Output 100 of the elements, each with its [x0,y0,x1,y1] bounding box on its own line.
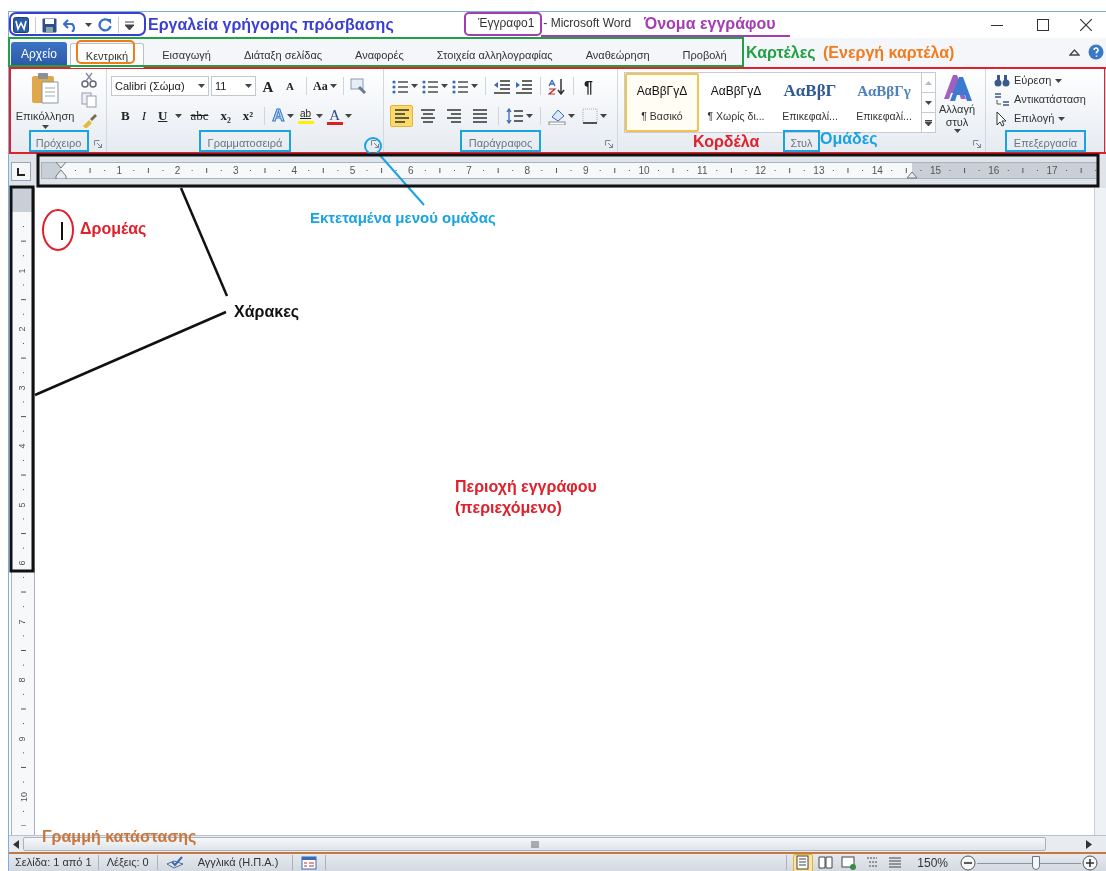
annotation-label: Δρομέας [80,219,147,239]
ruler-number: 17 [1046,164,1058,178]
proofing-icon[interactable] [165,855,184,870]
ribbon-tab[interactable]: Προβολή [667,43,742,67]
close-icon[interactable] [1080,19,1092,31]
borders-button[interactable] [582,106,607,126]
caret-icon[interactable] [175,114,183,118]
highlight-button[interactable]: ab [297,106,323,126]
caret-icon [1055,78,1063,83]
zoom-in-icon[interactable] [1082,854,1098,871]
ribbon-tab[interactable]: Διάταξη σελίδας [228,43,338,67]
dialog-launcher-icon[interactable] [605,140,613,148]
tab-selector[interactable] [11,162,31,181]
macro-icon[interactable] [301,855,318,870]
ruler-number: 9 [16,736,27,741]
dialog-launcher-icon[interactable] [371,140,379,148]
word-count[interactable]: Λέξεις: 0 [98,854,157,871]
zoom-slider-thumb[interactable] [1032,855,1041,870]
caret-icon[interactable] [85,23,92,27]
caret-icon [441,84,448,88]
ruler-number: 14 [871,164,883,178]
group-label: Στυλ [790,137,813,150]
superscript-button[interactable]: x² [238,106,258,126]
font-size-field[interactable]: 11 [211,76,256,96]
annotation-label: Κορδέλα [693,132,760,152]
brush-icon[interactable] [81,112,97,128]
app-icon[interactable] [13,17,29,33]
more-styles-icon[interactable] [925,119,932,126]
show-marks-button[interactable]: ¶ [581,76,596,96]
ruler-number: 8 [524,164,531,178]
annotation-label: Χάρακες [234,302,300,322]
annotation-circle [364,137,382,155]
ribbon-tab[interactable]: Αναφορές [340,43,419,67]
group-label: Πρόχειρο [35,137,82,150]
change-case-button[interactable]: Aa [313,76,337,96]
caret-icon [198,84,205,88]
right-indent-marker[interactable] [906,170,918,179]
scroll-right-icon[interactable] [1086,839,1092,849]
zoom-out-icon[interactable] [960,854,976,871]
ribbon-tab[interactable]: Στοιχεία αλληλογραφίας [421,43,568,67]
group-label: Γραμματοσειρά [207,137,283,150]
style-item[interactable]: ΑαΒβΓ Επικεφαλί... [773,73,847,132]
annotation-label: Εργαλεία γρήγορης πρόσβασης [148,15,394,35]
zoom-level[interactable]: 150% [905,853,960,871]
ruler-number: 4 [16,443,27,449]
save-icon[interactable] [42,17,57,33]
ruler-number: 10 [19,792,29,802]
ribbon-tab[interactable]: Εισαγωγή [147,43,226,67]
caret-icon [526,114,533,118]
increase-indent-icon[interactable] [515,78,533,94]
clipboard-icon [30,72,60,104]
clear-formatting-icon[interactable] [349,78,368,94]
sort-icon[interactable] [548,77,566,95]
redo-icon[interactable] [98,18,112,32]
scroll-down-icon[interactable] [925,100,932,105]
annotation-label: Γραμμή κατάστασης [42,827,197,847]
dialog-launcher-icon[interactable] [973,140,981,148]
font-color-button[interactable]: A [326,106,352,126]
maximize-icon[interactable] [1037,19,1049,31]
font-name-field[interactable]: Calibri (Σώμα) [111,76,209,96]
ribbon-tab[interactable]: Αναθεώρηση [570,43,665,67]
customize-caret-icon[interactable] [125,20,134,30]
replace-button[interactable]: Αντικατάσταση [994,91,1086,108]
decrease-indent-icon[interactable] [493,78,511,94]
scroll-left-icon[interactable] [13,839,19,849]
align-left-button[interactable] [390,105,413,127]
paste-button[interactable]: Επικόλληση [13,72,77,134]
style-item[interactable]: ΑαΒβΓγΔ ¶ Χωρίς δι... [699,73,773,132]
underline-button[interactable]: U [154,106,172,126]
help-icon[interactable] [1088,44,1104,60]
page-count[interactable]: Σελίδα: 1 από 1 [9,854,98,871]
ruler-number: 1 [16,268,27,273]
bold-button[interactable]: B [117,106,134,126]
annotation-label: Εκτεταμένα μενού ομάδας [310,208,496,228]
style-item[interactable]: ΑαΒβΓγ Επικεφαλί... [847,73,921,132]
find-button[interactable]: Εύρεση [994,72,1086,89]
subscript-button[interactable]: x₂ [216,106,235,126]
zoom-slider[interactable] [977,854,1081,871]
language-label[interactable]: Αγγλικά (Η.Π.Α.) [183,854,293,871]
indent-marker[interactable] [55,162,67,179]
reading-view-icon [818,855,835,870]
change-styles-button[interactable]: Αλλαγή στυλ [934,71,980,133]
ruler-number: 8 [16,677,27,683]
italic-button[interactable]: I [137,106,150,126]
style-item[interactable]: ΑαΒβΓγΔ ¶ Βασικό [625,73,699,132]
vertical-scrollbar[interactable] [1094,188,1106,835]
select-button[interactable]: Επιλογή [994,110,1086,127]
dialog-launcher-icon[interactable] [94,140,102,148]
file-tab[interactable]: Αρχείο [11,42,67,66]
print-view-button[interactable] [793,853,814,871]
grow-font-button[interactable]: A [258,76,278,96]
strikethrough-button[interactable]: abc [186,106,213,126]
line-spacing-button[interactable] [506,106,533,126]
scissors-icon[interactable] [81,72,97,88]
binoculars-icon [994,72,1010,89]
shrink-font-button[interactable]: A [280,76,300,96]
caret-icon [411,84,418,88]
group-label: Επεξεργασία [1013,137,1078,150]
ruler-number: 11 [697,164,708,178]
collapse-ribbon-icon[interactable] [1069,48,1080,56]
